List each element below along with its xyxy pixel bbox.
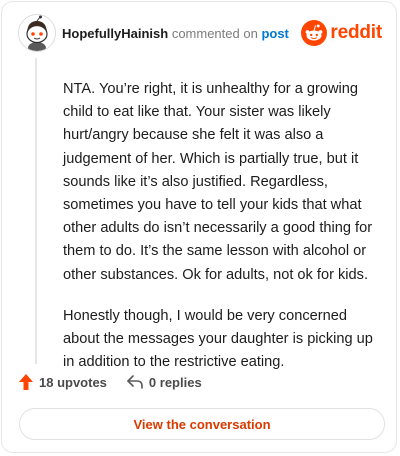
comment-paragraph: NTA. You’re right, it is unhealthy for a… xyxy=(63,81,373,283)
view-conversation-button[interactable]: View the conversation xyxy=(19,408,385,440)
reddit-wordmark: reddit xyxy=(330,22,382,43)
comment-actions: 18 upvotes 0 replies xyxy=(19,374,202,390)
upvote-button[interactable]: 18 upvotes xyxy=(19,374,107,390)
reddit-snoo-icon xyxy=(301,20,328,46)
reddit-logo[interactable]: reddit xyxy=(301,20,382,46)
commented-on-text: commented on xyxy=(171,26,258,41)
reply-arrow-icon xyxy=(127,375,143,389)
username[interactable]: HopefullyHainish xyxy=(62,26,168,41)
avatar[interactable] xyxy=(18,14,56,52)
upvote-arrow-icon xyxy=(19,374,33,390)
comment-header: HopefullyHainish commented on post xyxy=(62,26,289,41)
comment-body: NTA. You’re right, it is unhealthy for a… xyxy=(63,78,381,392)
comment-paragraph: Honestly though, I would be very concern… xyxy=(63,307,373,371)
upvote-count: 18 upvotes xyxy=(39,374,107,390)
snoo-avatar-icon xyxy=(19,15,55,51)
thread-line[interactable] xyxy=(35,58,37,364)
post-link[interactable]: post xyxy=(261,26,288,41)
comment-card: HopefullyHainish commented on post reddi… xyxy=(1,1,397,453)
reply-button[interactable]: 0 replies xyxy=(127,375,202,390)
reply-count: 0 replies xyxy=(148,374,202,390)
